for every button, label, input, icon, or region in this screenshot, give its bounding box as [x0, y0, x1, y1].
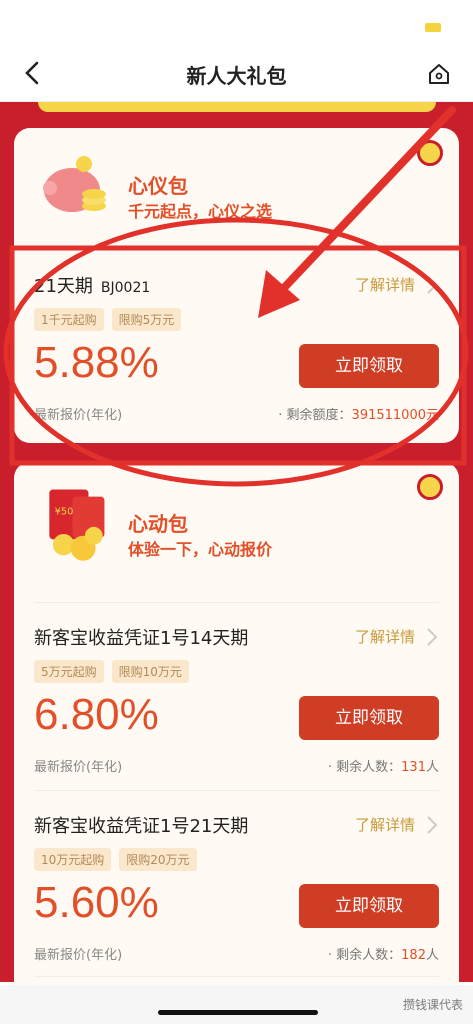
remaining-count: · 剩余人数：131人 [327, 760, 439, 775]
divider [34, 602, 439, 603]
pack-subtitle: 体验一下，心动报价 [128, 540, 273, 559]
svg-text:¥50: ¥50 [55, 506, 74, 517]
product-item[interactable]: 新客宝收益凭证1号21天期 了解详情 10万元起购 限购20万元 5.60% 立… [34, 812, 439, 982]
remaining-count: · 剩余人数：182人 [327, 948, 439, 963]
pack-title: 心仪包 [128, 174, 188, 198]
product-name: 新客宝收益凭证1号14天期 [34, 628, 249, 649]
divider [34, 976, 439, 977]
product-name: 21天期 BJ0021 [34, 276, 151, 297]
product-name: 新客宝收益凭证1号21天期 [34, 816, 249, 837]
min-purchase-tag: 5万元起购 [34, 660, 104, 683]
page-title: 新人大礼包 [186, 64, 287, 88]
rate-value: 5.60% [34, 878, 159, 927]
rate-label: 最新报价(年化) [34, 408, 123, 423]
min-purchase-tag: 1千元起购 [34, 308, 104, 331]
chevron-right-icon[interactable] [425, 274, 439, 296]
detail-link[interactable]: 了解详情 [355, 626, 415, 647]
home-icon[interactable] [427, 62, 451, 86]
product-item[interactable]: 新客宝收益凭证1号14天期 了解详情 5万元起购 限购10万元 6.80% 立即… [34, 624, 439, 794]
claim-button[interactable]: 立即领取 [299, 696, 439, 740]
limit-tag: 限购10万元 [111, 660, 189, 683]
pack-title: 心动包 [128, 512, 188, 536]
limit-tag: 限购20万元 [119, 848, 197, 871]
rate-label: 最新报价(年化) [34, 948, 123, 963]
tag-list: 1千元起购 限购5万元 [34, 308, 182, 331]
limit-tag: 限购5万元 [111, 308, 182, 331]
rate-value: 5.88% [34, 338, 159, 387]
claim-button[interactable]: 立即领取 [299, 884, 439, 928]
red-envelope-icon: ¥50 [49, 489, 105, 561]
pack-subtitle: 千元起点，心仪之选 [128, 202, 273, 221]
battery-icon [425, 23, 441, 32]
nav-bar: 新人大礼包 [0, 46, 473, 102]
tag-list: 10万元起购 限购20万元 [34, 848, 197, 871]
home-indicator[interactable] [158, 1010, 318, 1015]
detail-link[interactable]: 了解详情 [355, 814, 415, 835]
pack-header: 心仪包 千元起点，心仪之选 [36, 148, 436, 238]
pack-card-xindong: ¥50 心动包 体验一下，心动报价 新客宝收益凭证1号14天期 了解详情 5万元… [14, 462, 459, 1022]
watermark: 攒钱课代表 [402, 998, 463, 1012]
divider [34, 790, 439, 791]
gold-banner-edge [38, 102, 436, 112]
claim-button[interactable]: 立即领取 [299, 344, 439, 388]
pack-header: ¥50 心动包 体验一下，心动报价 [36, 486, 436, 576]
page: 新人大礼包 心仪包 千元起点，心仪之选 21天期 BJ0021 了解详情 1千元… [0, 0, 473, 1024]
product-code: BJ0021 [100, 280, 151, 296]
min-purchase-tag: 10万元起购 [34, 848, 112, 871]
chevron-right-icon[interactable] [425, 814, 439, 836]
detail-link[interactable]: 了解详情 [355, 274, 415, 295]
remaining-quota: · 剩余额度：391511000元 [278, 408, 439, 423]
piggy-bank-icon [43, 156, 106, 212]
rate-value: 6.80% [34, 690, 159, 739]
pack-card-xinyi: 心仪包 千元起点，心仪之选 21天期 BJ0021 了解详情 1千元起购 限购5万… [14, 128, 459, 443]
chevron-right-icon[interactable] [425, 626, 439, 648]
rate-label: 最新报价(年化) [34, 760, 123, 775]
product-item[interactable]: 21天期 BJ0021 了解详情 1千元起购 限购5万元 5.88% 立即领取 最… [34, 272, 439, 442]
status-bar [0, 0, 473, 46]
tag-list: 5万元起购 限购10万元 [34, 660, 189, 683]
